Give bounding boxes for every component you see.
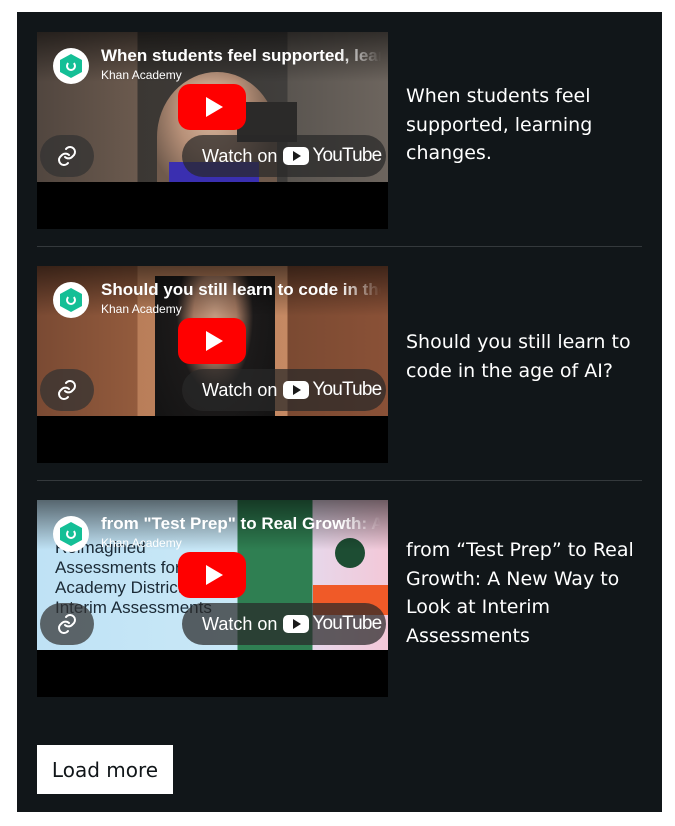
video-title: When students feel supported, learning c… [406, 85, 593, 164]
play-icon [205, 97, 223, 117]
video-embed-title[interactable]: When students feel supported, learning c… [101, 46, 381, 66]
copy-link-button[interactable] [40, 603, 94, 645]
watch-on-label: Watch on [202, 145, 278, 166]
khan-academy-logo-icon[interactable] [53, 48, 89, 84]
video-list-panel: When students feel supported, learning c… [17, 12, 662, 812]
watch-on-youtube-button[interactable]: Watch on YouTube [182, 603, 386, 645]
video-list-item: Reimagined Assessments for Khan Academy … [37, 500, 642, 699]
video-list-item: When students feel supported, learning c… [37, 32, 642, 231]
youtube-wordmark: YouTube [312, 145, 382, 166]
watch-on-label: Watch on [202, 379, 278, 400]
youtube-wordmark: YouTube [312, 613, 382, 634]
copy-link-button[interactable] [40, 135, 94, 177]
link-icon [58, 146, 76, 166]
copy-link-button[interactable] [40, 369, 94, 411]
play-button[interactable] [178, 318, 246, 364]
link-icon [58, 614, 76, 634]
link-icon [58, 380, 76, 400]
play-icon [205, 565, 223, 585]
video-list-item: Should you still learn to code in the ag… [37, 266, 642, 465]
watch-on-youtube-button[interactable]: Watch on YouTube [182, 369, 386, 411]
video-title: Should you still learn to code in the ag… [406, 331, 631, 382]
play-icon [205, 331, 223, 351]
play-button[interactable] [178, 84, 246, 130]
play-button[interactable] [178, 552, 246, 598]
video-embed-title[interactable]: from "Test Prep" to Real Growth: A New W… [101, 514, 381, 534]
video-embed[interactable]: Should you still learn to code in the ag… [37, 266, 388, 463]
divider [37, 480, 642, 481]
video-embed-title[interactable]: Should you still learn to code in the ag… [101, 280, 381, 300]
video-channel-name[interactable]: Khan Academy [101, 536, 182, 550]
divider [37, 246, 642, 247]
youtube-logo-icon: YouTube [283, 145, 382, 167]
khan-academy-logo-icon[interactable] [53, 282, 89, 318]
load-more-button[interactable]: Load more [37, 745, 173, 794]
video-channel-name[interactable]: Khan Academy [101, 68, 182, 82]
watch-on-label: Watch on [202, 613, 278, 634]
video-embed[interactable]: Reimagined Assessments for Khan Academy … [37, 500, 388, 697]
video-channel-name[interactable]: Khan Academy [101, 302, 182, 316]
youtube-logo-icon: YouTube [283, 613, 382, 635]
youtube-logo-icon: YouTube [283, 379, 382, 401]
watch-on-youtube-button[interactable]: Watch on YouTube [182, 135, 386, 177]
khan-academy-logo-icon[interactable] [53, 516, 89, 552]
youtube-wordmark: YouTube [312, 379, 382, 400]
video-title: from “Test Prep” to Real Growth: A New W… [406, 539, 634, 647]
video-embed[interactable]: When students feel supported, learning c… [37, 32, 388, 229]
